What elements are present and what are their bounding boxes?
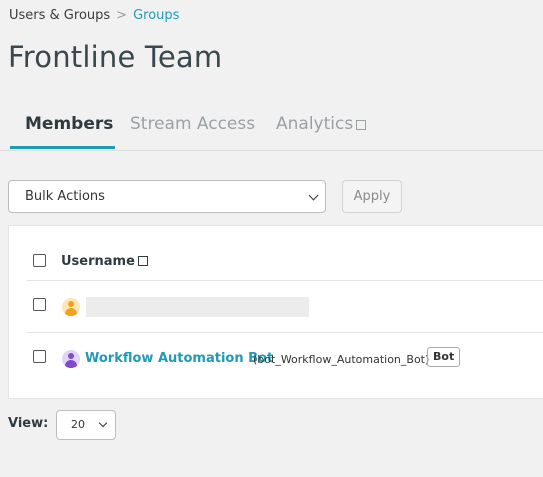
tab-stream-access[interactable]: Stream Access	[130, 114, 255, 134]
members-table: Username Workflow Automation Bot (bot_Wo…	[8, 225, 543, 399]
redacted-username[interactable]	[86, 297, 309, 317]
page-size-select[interactable]: 20	[56, 410, 116, 440]
avatar	[62, 298, 80, 316]
member-username: (bot_Workflow_Automation_Bot)	[253, 353, 430, 366]
tab-bar: Members Stream Access Analytics	[0, 100, 543, 151]
breadcrumb: Users & Groups > Groups	[9, 8, 179, 23]
bulk-actions-select[interactable]: Bulk Actions	[8, 180, 326, 213]
page-size-value: 20	[71, 418, 85, 431]
select-all-checkbox[interactable]	[33, 254, 46, 267]
breadcrumb-separator: >	[116, 8, 128, 23]
bulk-actions-value: Bulk Actions	[25, 189, 105, 204]
view-label: View:	[8, 416, 49, 431]
sort-box-icon	[137, 256, 148, 266]
breadcrumb-parent[interactable]: Users & Groups	[9, 8, 110, 23]
row-divider	[27, 332, 543, 333]
active-tab-indicator	[10, 146, 115, 149]
username-column-label: Username	[61, 254, 135, 269]
breadcrumb-current[interactable]: Groups	[133, 8, 179, 23]
row-checkbox[interactable]	[33, 298, 46, 311]
tab-analytics-label: Analytics	[276, 114, 354, 134]
row-checkbox[interactable]	[33, 350, 46, 363]
header-divider	[27, 280, 543, 281]
tab-members-label: Members	[25, 114, 114, 134]
chevron-down-icon	[308, 190, 319, 201]
tab-members[interactable]: Members	[25, 114, 113, 134]
tab-analytics[interactable]: Analytics	[276, 114, 367, 134]
tab-stream-access-label: Stream Access	[130, 114, 256, 134]
member-name-link[interactable]: Workflow Automation Bot	[85, 351, 273, 366]
external-box-icon	[356, 120, 367, 130]
page-title: Frontline Team	[8, 40, 223, 74]
apply-button[interactable]: Apply	[342, 180, 402, 213]
username-column-header[interactable]: Username	[61, 254, 148, 269]
chevron-down-icon	[98, 418, 108, 428]
bot-badge: Bot	[427, 347, 461, 367]
avatar	[62, 350, 80, 368]
